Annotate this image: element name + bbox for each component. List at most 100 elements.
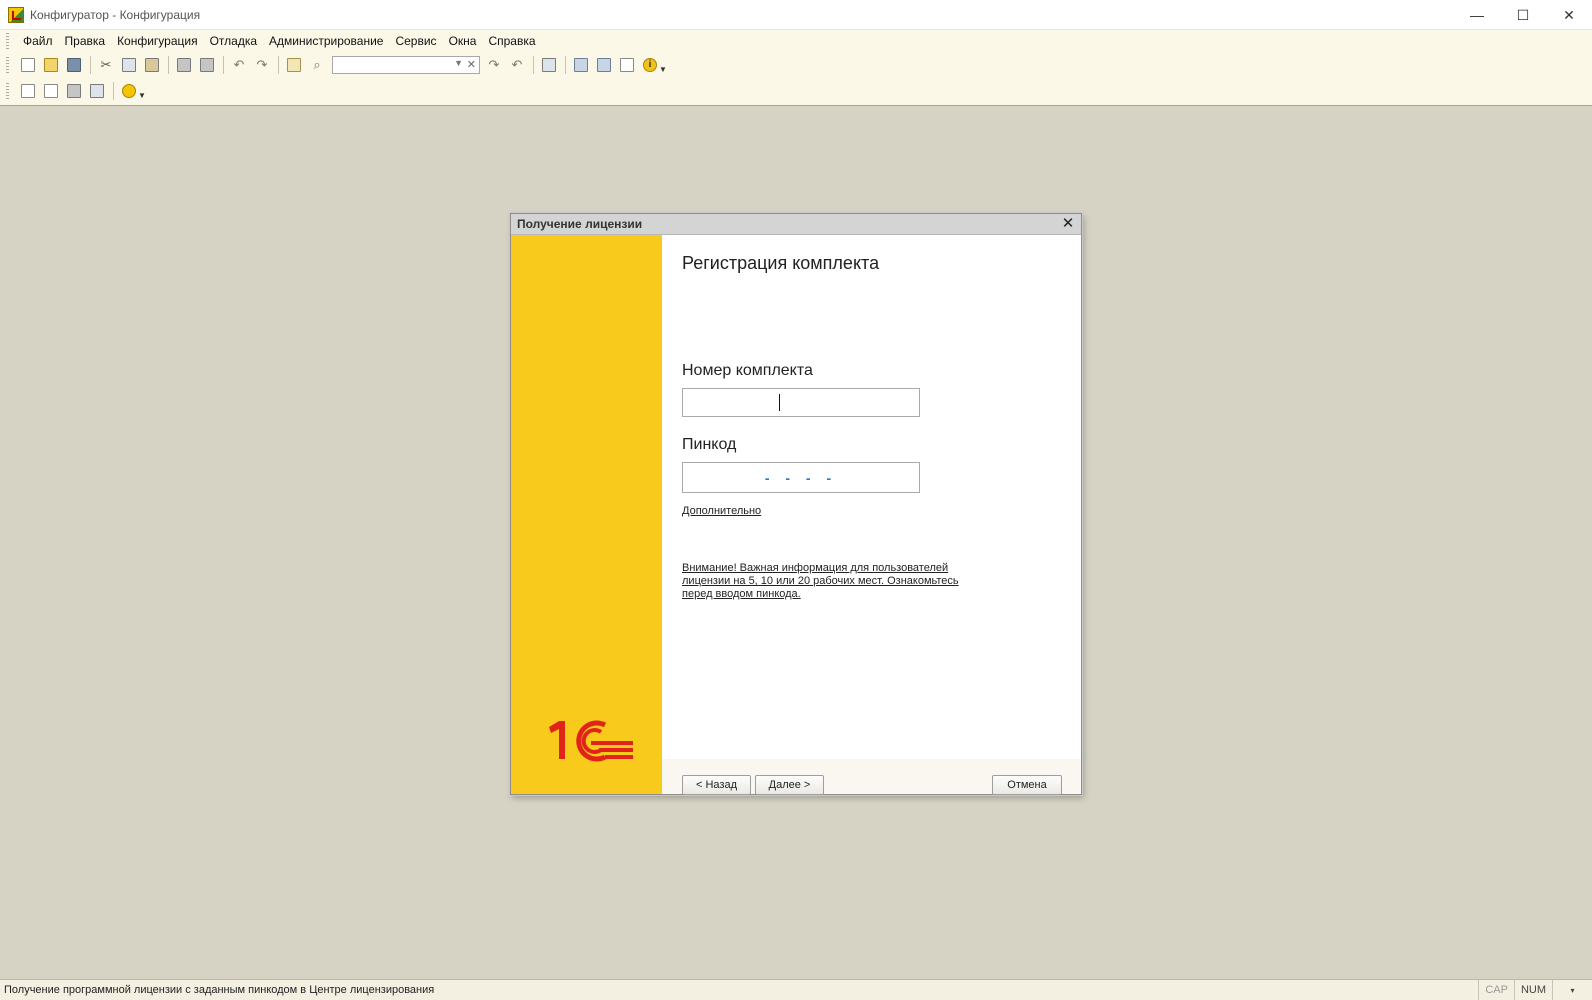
paste-button[interactable] <box>141 54 163 76</box>
dialog-heading: Регистрация комплекта <box>682 253 880 273</box>
toolbar-separator <box>168 56 169 74</box>
main-toolbar: ✂ ↶ ↷ ⌕ ▼ ✕ ↷ ↶ i ▼ <box>0 52 1592 78</box>
toolbar-overflow-icon[interactable]: ▼ <box>659 65 667 74</box>
toolbar-separator <box>223 56 224 74</box>
search-combo[interactable]: ▼ ✕ <box>332 56 480 74</box>
find-next-icon: ↷ <box>488 57 500 72</box>
database-update-icon <box>67 84 81 98</box>
print-button[interactable] <box>173 54 195 76</box>
menu-service[interactable]: Сервис <box>389 34 442 48</box>
tool-button-2[interactable] <box>593 54 615 76</box>
save-button[interactable] <box>63 54 85 76</box>
pincode-value: - - - - <box>764 469 838 486</box>
document-list-icon <box>620 58 634 72</box>
dialog-close-icon[interactable]: ✕ <box>1059 215 1077 233</box>
about-button[interactable]: i <box>639 54 661 76</box>
dialog-content: Регистрация комплекта Номер комплекта Пи… <box>662 235 1081 759</box>
dialog-titlebar: Получение лицензии ✕ <box>511 214 1081 235</box>
combo-clear-icon[interactable]: ✕ <box>467 58 476 71</box>
find-next-button[interactable]: ↷ <box>483 54 505 76</box>
status-dropdown-icon[interactable]: ▾ <box>1552 979 1592 1000</box>
toolbar-separator <box>113 82 114 100</box>
new-button[interactable] <box>17 54 39 76</box>
menu-windows[interactable]: Окна <box>443 34 483 48</box>
menu-file[interactable]: Файл <box>17 34 59 48</box>
toolbar-separator <box>533 56 534 74</box>
app-chrome: Файл Правка Конфигурация Отладка Админис… <box>0 30 1592 106</box>
find-prev-icon: ↶ <box>511 57 523 72</box>
menubar: Файл Правка Конфигурация Отладка Админис… <box>0 30 1592 52</box>
additional-link[interactable]: Дополнительно <box>682 505 761 517</box>
menu-configuration[interactable]: Конфигурация <box>111 34 204 48</box>
save-icon <box>67 58 81 72</box>
menu-debug[interactable]: Отладка <box>204 34 263 48</box>
kit-number-field[interactable] <box>682 388 920 417</box>
redo-icon: ↷ <box>256 57 268 72</box>
window-title: Конфигуратор - Конфигурация <box>30 7 201 22</box>
syntax-helper-icon <box>597 58 611 72</box>
caps-lock-indicator: CAP <box>1478 979 1514 1000</box>
menu-edit[interactable]: Правка <box>59 34 112 48</box>
start-debug-button[interactable] <box>118 80 140 102</box>
windows-button[interactable] <box>538 54 560 76</box>
table-icon <box>90 84 104 98</box>
cut-button[interactable]: ✂ <box>95 54 117 76</box>
copy-button[interactable] <box>118 54 140 76</box>
tool-button-3[interactable] <box>616 54 638 76</box>
find-button[interactable] <box>283 54 305 76</box>
info-icon: i <box>643 58 657 72</box>
dialog-footer: < Назад Далее > Отмена <box>662 759 1081 795</box>
toolbar-grip[interactable] <box>6 57 9 73</box>
print-preview-button[interactable] <box>196 54 218 76</box>
find-icon <box>287 58 301 72</box>
printer-icon <box>177 58 191 72</box>
back-button[interactable]: < Назад <box>682 775 751 795</box>
combo-dropdown-icon[interactable]: ▼ <box>454 58 463 68</box>
minimize-button[interactable]: — <box>1454 0 1500 30</box>
update-db-button[interactable] <box>63 80 85 102</box>
secondary-toolbar: ▼ <box>0 78 1592 104</box>
dialog-title: Получение лицензии <box>517 217 643 231</box>
license-dialog: Получение лицензии ✕ Регистрация комплек… <box>510 213 1082 795</box>
important-notice-link[interactable]: Внимание! Важная информация для пользова… <box>682 562 982 601</box>
cancel-button[interactable]: Отмена <box>992 775 1062 795</box>
menu-administration[interactable]: Администрирование <box>263 34 389 48</box>
toolbar-separator <box>565 56 566 74</box>
toolbar-grip[interactable] <box>6 83 9 99</box>
copy-icon <box>122 58 136 72</box>
search-button[interactable]: ⌕ <box>306 54 328 76</box>
find-prev-button[interactable]: ↶ <box>506 54 528 76</box>
status-message: Получение программной лицензии с заданны… <box>4 984 435 996</box>
text-caret <box>779 394 780 411</box>
1c-logo-icon <box>549 720 633 762</box>
dialog-brand-panel <box>511 235 662 794</box>
windows-icon <box>542 58 556 72</box>
config-tree-button[interactable] <box>17 80 39 102</box>
pincode-field[interactable]: - - - - <box>682 462 920 493</box>
open-button[interactable] <box>40 54 62 76</box>
paste-icon <box>145 58 159 72</box>
statusbar: Получение программной лицензии с заданны… <box>0 979 1592 1000</box>
wizard-icon <box>574 58 588 72</box>
app-logo-icon <box>8 6 24 23</box>
undo-button[interactable]: ↶ <box>228 54 250 76</box>
table-button[interactable] <box>86 80 108 102</box>
toolbar-separator <box>278 56 279 74</box>
close-window-button[interactable]: ✕ <box>1546 0 1592 30</box>
maximize-button[interactable]: ☐ <box>1500 0 1546 30</box>
scissors-icon: ✂ <box>100 57 112 72</box>
run-dropdown-icon[interactable]: ▼ <box>138 91 146 100</box>
menubar-grip[interactable] <box>6 33 9 49</box>
db-config-button[interactable] <box>40 80 62 102</box>
next-button[interactable]: Далее > <box>755 775 824 795</box>
menu-help[interactable]: Справка <box>482 34 541 48</box>
db-config-icon <box>44 84 58 98</box>
window-controls: — ☐ ✕ <box>1454 0 1592 30</box>
toolbar-separator <box>90 56 91 74</box>
tool-button-1[interactable] <box>570 54 592 76</box>
pincode-label: Пинкод <box>682 436 737 453</box>
window-titlebar: Конфигуратор - Конфигурация — ☐ ✕ <box>0 0 1592 30</box>
magnifier-icon: ⌕ <box>313 57 321 72</box>
new-document-icon <box>21 58 35 72</box>
redo-button[interactable]: ↷ <box>251 54 273 76</box>
